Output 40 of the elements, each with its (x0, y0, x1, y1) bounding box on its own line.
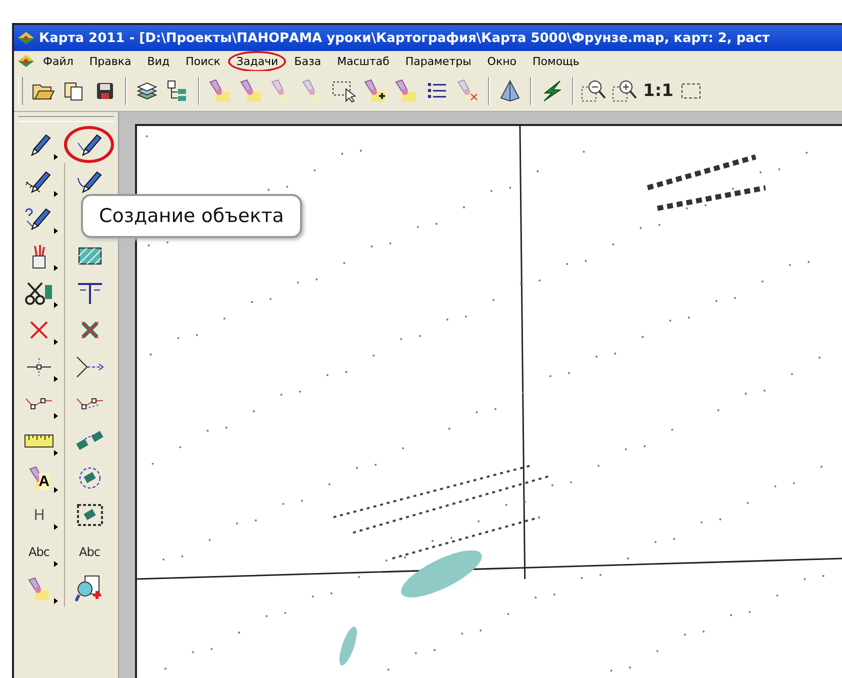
menu-item[interactable]: Параметры (397, 50, 480, 72)
tool-button[interactable]: H (14, 496, 64, 533)
tool-button[interactable]: Abc (14, 533, 64, 570)
layers-icon (135, 80, 159, 102)
tool-button[interactable] (64, 126, 114, 163)
flashlight-icon (209, 79, 231, 103)
tool-button[interactable]: A (14, 459, 64, 496)
menu-item[interactable]: База (286, 50, 330, 72)
menu-item[interactable]: Масштаб (329, 50, 398, 72)
selected-object-icon (76, 502, 104, 526)
app-logo-icon (17, 31, 35, 45)
window-title: Карта 2011 - [D:\Проекты\ПАНОРАМА уроки\Картография\Карта 5000\Фрунзе.map, карт: 2, раст (39, 30, 770, 46)
flashlight-icon (271, 79, 293, 103)
flashlight-icon (240, 79, 262, 103)
flashlight-icon (364, 79, 386, 103)
polyline-icon (76, 397, 104, 410)
selection-arrow-icon (331, 79, 357, 103)
scale-button[interactable]: 1:1 (641, 75, 676, 107)
zoom-in-icon (612, 79, 638, 103)
menu-item[interactable]: Правка (81, 50, 140, 72)
polyline-icon (25, 397, 53, 410)
menu-item[interactable]: Помощь (524, 50, 588, 72)
tooltip-text: Создание объекта (99, 205, 284, 227)
scissors-icon (24, 280, 54, 306)
flashlight-icon (302, 79, 324, 103)
menu-item[interactable]: Файл (35, 50, 82, 72)
app-logo-icon (17, 54, 35, 68)
flashlight-icon (457, 79, 479, 103)
ruler-icon (24, 432, 54, 448)
flashlight-icon (395, 79, 417, 103)
menu-item[interactable]: Окно (479, 50, 525, 72)
rotate-icon (76, 464, 102, 490)
pyramid-icon (498, 79, 522, 103)
tool-button[interactable]: Abc (64, 533, 114, 570)
menu-item[interactable]: Вид (139, 50, 178, 72)
zoom-out-icon (581, 79, 607, 103)
menu-item[interactable]: Поиск (178, 50, 228, 72)
flashlight-icon (28, 576, 50, 600)
lightning-icon (541, 79, 563, 103)
move-objects-icon (74, 428, 104, 452)
